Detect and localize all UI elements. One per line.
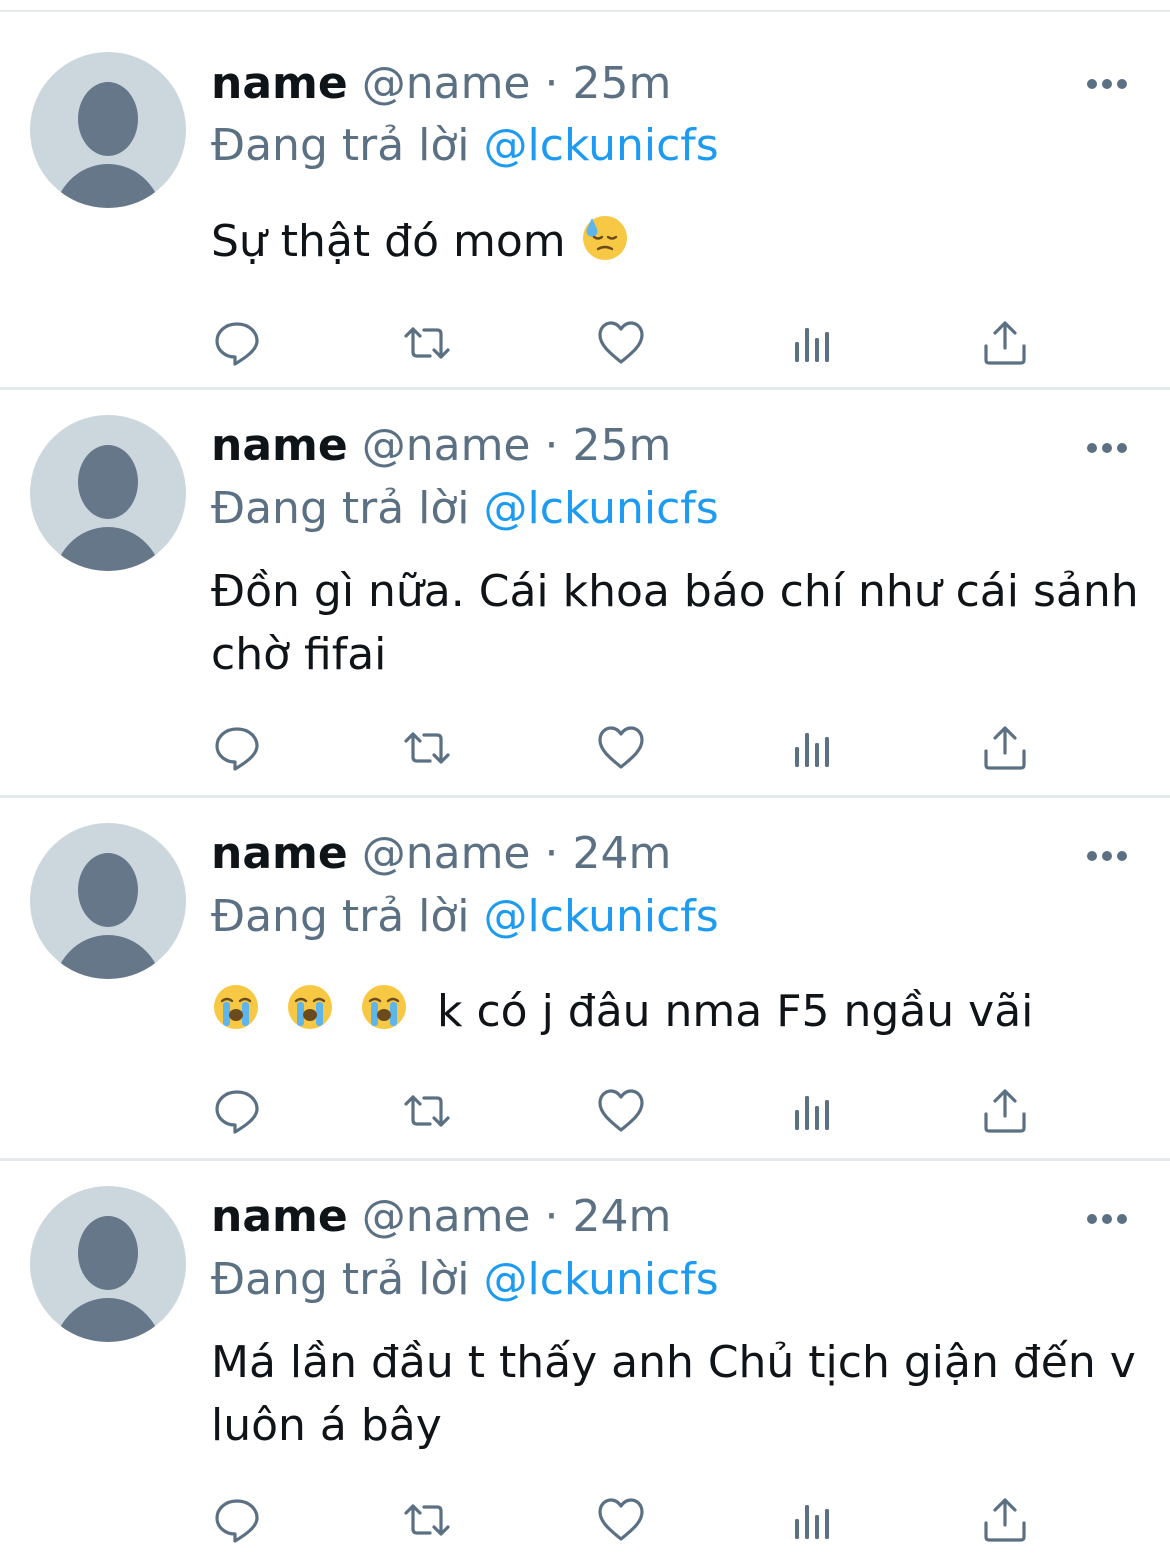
user-handle[interactable]: @name [362,1191,531,1242]
tweet-4[interactable]: name @name · 24m Đang trả lời @lckunicfs… [0,1161,1170,1565]
tweet-text: Má lần đầu t thấy anh Chủ tịch giận đến … [211,1331,1141,1457]
tweet-header: name @name · 24m [211,1189,671,1245]
replying-to: Đang trả lời @lckunicfs [211,481,719,537]
user-handle[interactable]: @name [362,420,531,471]
tweet-header: name @name · 24m [211,826,671,882]
user-handle[interactable]: @name [362,58,531,109]
replying-to-label: Đang trả lời [211,1254,470,1305]
share-icon[interactable] [980,318,1030,368]
analytics-icon[interactable] [788,1086,838,1136]
tweet-text-content: Sự thật đó mom [211,216,566,267]
display-name[interactable]: name [211,58,348,109]
tweet-text: k có j đâu nma F5 ngầu vãi [211,980,1141,1043]
more-horizontal-icon[interactable] [1086,76,1128,90]
retweet-icon[interactable] [402,1495,452,1545]
heart-icon[interactable] [596,1495,646,1545]
share-icon[interactable] [980,723,1030,773]
analytics-icon[interactable] [788,723,838,773]
tweet-3[interactable]: name @name · 24m Đang trả lời @lckunicfs… [0,798,1170,1161]
action-bar [0,1086,1170,1136]
more-horizontal-icon[interactable] [1086,848,1128,862]
replying-to-label: Đang trả lời [211,120,470,171]
replying-to: Đang trả lời @lckunicfs [211,1252,719,1308]
replying-to: Đang trả lời @lckunicfs [211,118,719,174]
loudly-crying-face-emoji [285,982,335,1032]
mention-link[interactable]: @lckunicfs [484,483,719,534]
tweet-text-content: Má lần đầu t thấy anh Chủ tịch giận đến … [211,1337,1136,1451]
replying-to-label: Đang trả lời [211,891,470,942]
heart-icon[interactable] [596,723,646,773]
mention-link[interactable]: @lckunicfs [484,1254,719,1305]
more-horizontal-icon[interactable] [1086,440,1128,454]
retweet-icon[interactable] [402,1086,452,1136]
reply-icon[interactable] [212,723,262,773]
display-name[interactable]: name [211,1191,348,1242]
downcast-sweat-face-emoji [580,212,630,262]
user-handle[interactable]: @name [362,828,531,879]
tweet-header: name @name · 25m [211,418,671,474]
action-bar [0,723,1170,773]
reply-icon[interactable] [212,1086,262,1136]
analytics-icon[interactable] [788,318,838,368]
separator-dot: · [544,58,559,109]
display-name[interactable]: name [211,420,348,471]
replying-to-label: Đang trả lời [211,483,470,534]
avatar[interactable] [30,415,186,571]
avatar[interactable] [30,1186,186,1342]
timestamp[interactable]: 24m [573,828,672,879]
avatar[interactable] [30,823,186,979]
action-bar [0,1495,1170,1545]
more-horizontal-icon[interactable] [1086,1211,1128,1225]
retweet-icon[interactable] [402,723,452,773]
loudly-crying-face-emoji [359,982,409,1032]
tweet-text-content: k có j đâu nma F5 ngầu vãi [437,986,1034,1037]
separator-dot: · [544,420,559,471]
replying-to: Đang trả lời @lckunicfs [211,889,719,945]
tweet-text-content: Đồn gì nữa. Cái khoa báo chí như cái sản… [211,566,1139,680]
loudly-crying-face-emoji [211,982,261,1032]
display-name[interactable]: name [211,828,348,879]
tweet-text: Sự thật đó mom [211,210,1141,273]
top-divider [0,0,1170,12]
share-icon[interactable] [980,1495,1030,1545]
avatar[interactable] [30,52,186,208]
separator-dot: · [544,1191,559,1242]
heart-icon[interactable] [596,1086,646,1136]
timestamp[interactable]: 25m [573,420,672,471]
tweet-header: name @name · 25m [211,56,671,112]
heart-icon[interactable] [596,318,646,368]
share-icon[interactable] [980,1086,1030,1136]
mention-link[interactable]: @lckunicfs [484,891,719,942]
tweet-1[interactable]: name @name · 25m Đang trả lời @lckunicfs… [0,12,1170,390]
timestamp[interactable]: 24m [573,1191,672,1242]
tweet-text: Đồn gì nữa. Cái khoa báo chí như cái sản… [211,560,1141,686]
reply-icon[interactable] [212,318,262,368]
reply-icon[interactable] [212,1495,262,1545]
mention-link[interactable]: @lckunicfs [484,120,719,171]
separator-dot: · [544,828,559,879]
timestamp[interactable]: 25m [573,58,672,109]
analytics-icon[interactable] [788,1495,838,1545]
retweet-icon[interactable] [402,318,452,368]
action-bar [0,318,1170,368]
tweet-2[interactable]: name @name · 25m Đang trả lời @lckunicfs… [0,390,1170,798]
